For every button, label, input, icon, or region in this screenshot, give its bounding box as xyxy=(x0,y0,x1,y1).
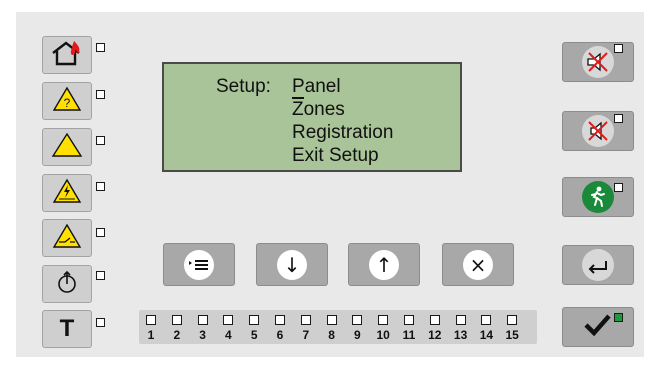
zone-led-7 xyxy=(300,315,311,325)
evacuate-button[interactable] xyxy=(562,177,634,217)
disablement-led xyxy=(96,228,105,237)
lcd-display: Setup: Panel Zones Registration Exit Set… xyxy=(162,62,462,172)
up-button[interactable]: ↑ xyxy=(348,243,420,286)
disablement-triangle-icon xyxy=(52,223,82,254)
zone-led-2 xyxy=(171,315,182,325)
zone-number-12: 12 xyxy=(428,328,442,342)
silence-sounder-led xyxy=(614,44,623,53)
general-fault-led xyxy=(96,136,105,145)
zone-led-3 xyxy=(197,315,208,325)
close-icon: × xyxy=(463,249,493,280)
zone-number-5: 5 xyxy=(250,328,258,342)
zone-led-4 xyxy=(223,315,234,325)
silence-buzzer-button[interactable] xyxy=(562,111,634,151)
fault-query-led xyxy=(96,90,105,99)
power-fault-led xyxy=(96,182,105,191)
checkmark-icon xyxy=(583,313,613,342)
menu-item-registration[interactable]: Registration xyxy=(292,122,393,144)
arrow-down-icon: ↓ xyxy=(277,249,307,280)
fire-status-led xyxy=(96,43,105,52)
menu-item-exit-setup[interactable]: Exit Setup xyxy=(292,145,379,167)
zone-number-6: 6 xyxy=(276,328,284,342)
menu-item-panel[interactable]: Panel xyxy=(292,76,341,98)
menu-button[interactable] xyxy=(163,243,235,286)
zone-led-6 xyxy=(275,315,285,325)
fire-status-button[interactable] xyxy=(42,36,92,74)
menu-icon xyxy=(184,249,214,280)
test-button[interactable]: T xyxy=(42,310,92,348)
zone-number-3: 3 xyxy=(199,328,206,342)
zone-number-7: 7 xyxy=(302,328,310,342)
zone-led-8 xyxy=(326,315,337,325)
zone-led-11 xyxy=(404,315,414,325)
back-button[interactable] xyxy=(562,245,634,285)
zone-led-13 xyxy=(455,315,466,325)
fault-query-button[interactable]: ? xyxy=(42,82,92,120)
evacuate-led xyxy=(614,183,623,192)
electrical-hazard-icon xyxy=(52,178,82,209)
zone-number-4: 4 xyxy=(225,328,232,342)
power-led xyxy=(96,271,105,280)
display-prefix: Setup: xyxy=(216,76,271,97)
fire-house-icon xyxy=(50,39,84,72)
zone-number-13: 13 xyxy=(453,328,468,342)
zone-number-9: 9 xyxy=(354,328,361,342)
zone-led-12 xyxy=(429,315,440,325)
zone-number-15: 15 xyxy=(505,328,519,342)
zone-led-5 xyxy=(249,315,260,325)
cancel-button[interactable]: × xyxy=(442,243,514,286)
zone-number-1: 1 xyxy=(147,328,155,342)
silence-sounder-button[interactable] xyxy=(562,42,634,82)
muted-speaker-icon xyxy=(582,115,614,147)
zone-number-2: 2 xyxy=(173,328,181,342)
test-led xyxy=(96,318,105,327)
zone-led-9 xyxy=(352,315,363,325)
silenced-sounder-icon xyxy=(582,46,614,78)
evacuation-running-man-icon xyxy=(582,181,614,213)
test-icon: T xyxy=(59,315,75,342)
warning-question-icon: ? xyxy=(52,86,82,117)
arrow-up-icon: ↑ xyxy=(369,249,399,280)
power-icon xyxy=(54,270,80,299)
svg-text:?: ? xyxy=(64,96,71,110)
zone-number-10: 10 xyxy=(376,328,390,342)
down-button[interactable]: ↓ xyxy=(256,243,328,286)
return-arrow-icon xyxy=(582,249,614,281)
general-fault-button[interactable] xyxy=(42,128,92,166)
zone-number-8: 8 xyxy=(328,328,335,342)
zone-led-15 xyxy=(507,315,518,325)
silence-buzzer-led xyxy=(614,114,623,123)
confirm-button[interactable] xyxy=(562,307,634,347)
zone-number-14: 14 xyxy=(479,328,494,342)
warning-triangle-icon xyxy=(51,132,83,163)
menu-item-zones[interactable]: Zones xyxy=(292,99,345,121)
power-button[interactable] xyxy=(42,265,92,303)
power-fault-button[interactable] xyxy=(42,174,92,212)
confirm-led xyxy=(614,313,623,322)
zone-led-1 xyxy=(146,315,156,325)
disablement-button[interactable] xyxy=(42,219,92,257)
zone-led-10 xyxy=(378,315,389,325)
zone-number-11: 11 xyxy=(402,328,416,342)
zone-led-14 xyxy=(481,315,492,325)
zone-led-bar: 1 2 3 4 5 6 7 8 9 10 11 12 13 14 15 xyxy=(139,310,537,344)
